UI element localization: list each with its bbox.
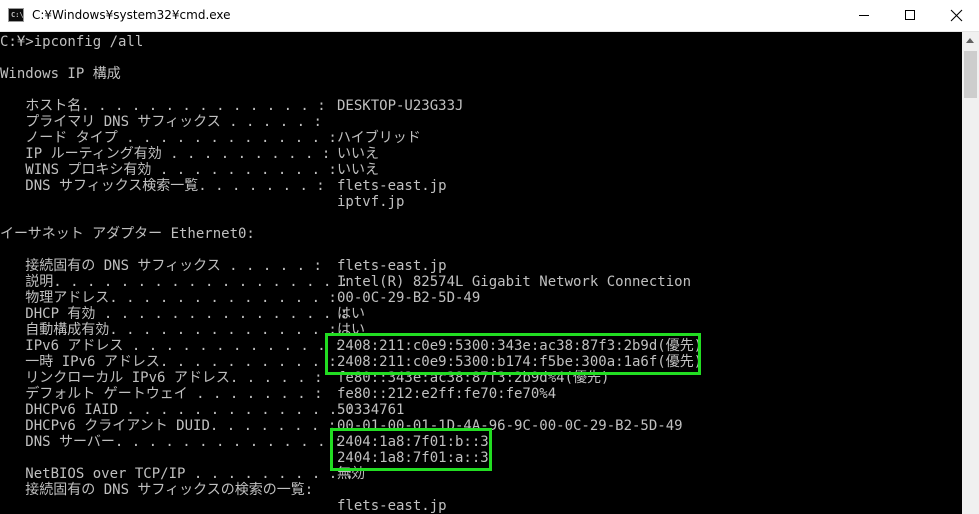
row-value: flets-east.jp [337, 498, 447, 514]
row-value: DESKTOP-U23G33J [337, 98, 464, 114]
windows-ip-header: Windows IP 構成 [0, 66, 121, 82]
row-value: 00-0C-29-B2-5D-49 [337, 290, 481, 306]
row-label: DNS サフィックス検索一覧. . . . . . . : [0, 178, 325, 194]
temp-ipv6-address-row: 一時 IPv6 アドレス. . . . . . . . . . :2408:21… [0, 354, 702, 370]
row-label: DHCPv6 IAID . . . . . . . . . . . . . : [0, 402, 355, 418]
row-label: 説明. . . . . . . . . . . . . . . . . : [0, 274, 349, 290]
adapter-row: DHCP 有効 . . . . . . . . . . . . . . : はい [0, 306, 365, 322]
host-row: プライマリ DNS サフィックス . . . . . : [0, 114, 322, 130]
maximize-icon [905, 10, 915, 20]
row-value: iptvf.jp [337, 194, 405, 210]
row-value: 50334761 [337, 402, 405, 418]
cmd-window: C:\ C:¥Windows¥system32¥cmd.exe C:¥>ipco… [0, 0, 979, 514]
dns-highlight-box [330, 428, 492, 471]
cmd-app-icon[interactable]: C:\ [8, 8, 24, 22]
row-value: ハイブリッド [337, 130, 421, 146]
row-label: 物理アドレス. . . . . . . . . . . . . : [0, 290, 337, 306]
adapter-row: 接続固有の DNS サフィックス . . . . . : flets-east.j… [0, 258, 446, 274]
prompt-line: C:¥>ipconfig /all [0, 34, 144, 50]
host-row: DNS サフィックス検索一覧. . . . . . . : flets-east.… [0, 178, 446, 194]
host-row: WINS プロキシ有効 . . . . . . . . . . : いいえ [0, 162, 379, 178]
row-label: 一時 IPv6 アドレス. . . . . . . . . . : [0, 354, 337, 370]
adapter-row: デフォルト ゲートウェイ . . . . . . . : fe80::212:e2… [0, 386, 556, 402]
adapter-row: 自動構成有効. . . . . . . . . . . . . : はい [0, 322, 365, 338]
row-label: 接続固有の DNS サフィックス . . . . . : [0, 258, 322, 274]
host-row: IP ルーティング有効 . . . . . . . . . : いいえ [0, 146, 379, 162]
vertical-scrollbar[interactable] [962, 32, 979, 514]
row-label: NetBIOS over TCP/IP . . . . . . . . . : [0, 466, 355, 482]
row-value: いいえ [337, 146, 379, 162]
ipv6-highlight-box [325, 333, 701, 375]
adapter-row: 説明. . . . . . . . . . . . . . . . . : Int… [0, 274, 691, 290]
adapter-row: NetBIOS over TCP/IP . . . . . . . . . :無… [0, 466, 365, 482]
row-value: fe80::212:e2ff:fe70:fe70%4 [337, 386, 557, 402]
adapter-row: 物理アドレス. . . . . . . . . . . . . :00-0C-2… [0, 290, 480, 306]
row-label: IP ルーティング有効 . . . . . . . . . : [0, 146, 331, 162]
row-label: 接続固有の DNS サフィックスの検索の一覧: [0, 482, 314, 498]
adapter-header: イーサネット アダプター Ethernet0: [0, 226, 255, 242]
adapter-row: DHCPv6 IAID . . . . . . . . . . . . . :5… [0, 402, 404, 418]
row-label: リンクローカル IPv6 アドレス. . . . . : [0, 370, 323, 386]
row-value: Intel(R) 82574L Gigabit Network Connecti… [337, 274, 692, 290]
row-label: IPv6 アドレス . . . . . . . . . . . . : [0, 338, 343, 354]
row-value: はい [337, 306, 365, 322]
minimize-icon [859, 15, 869, 16]
cmd-app-icon-text: C:\ [11, 11, 24, 19]
row-value: いいえ [337, 162, 379, 178]
scrollbar-thumb[interactable] [964, 51, 977, 98]
row-label: WINS プロキシ有効 . . . . . . . . . . : [0, 162, 337, 178]
close-button[interactable] [933, 0, 979, 31]
row-label: デフォルト ゲートウェイ . . . . . . . : [0, 386, 323, 402]
scroll-up-arrow-icon[interactable] [962, 32, 979, 49]
row-label: プライマリ DNS サフィックス . . . . . : [0, 114, 322, 130]
adapter-row: 接続固有の DNS サフィックスの検索の一覧: [0, 482, 313, 498]
row-label: DNS サーバー. . . . . . . . . . . . . : [0, 434, 343, 450]
close-icon [950, 9, 963, 22]
title-bar[interactable]: C:\ C:¥Windows¥system32¥cmd.exe [0, 0, 979, 32]
row-label: ノード タイプ . . . . . . . . . . . . : [0, 130, 337, 146]
host-row: ホスト名. . . . . . . . . . . . . . : DESKTOP… [0, 98, 463, 114]
minimize-button[interactable] [841, 0, 887, 31]
row-label: DHCPv6 クライアント DUID. . . . . . . : [0, 418, 337, 434]
host-row: ノード タイプ . . . . . . . . . . . . : ハイブリッド [0, 130, 420, 146]
row-label: ホスト名. . . . . . . . . . . . . . : [0, 98, 326, 114]
window-title: C:¥Windows¥system32¥cmd.exe [32, 8, 231, 22]
dns-server-row: DNS サーバー. . . . . . . . . . . . . :2404:… [0, 434, 488, 450]
row-label: 自動構成有効. . . . . . . . . . . . . : [0, 322, 337, 338]
adapter-row: DHCPv6 クライアント DUID. . . . . . . :00-01-0… [0, 418, 682, 434]
row-label: DHCP 有効 . . . . . . . . . . . . . . : [0, 306, 349, 322]
maximize-button[interactable] [887, 0, 933, 31]
row-value: flets-east.jp [337, 258, 447, 274]
ipv6-address-row: IPv6 アドレス . . . . . . . . . . . . :2408:… [0, 338, 702, 354]
adapter-row: リンクローカル IPv6 アドレス. . . . . : fe80::343e:a… [0, 370, 609, 386]
row-value: flets-east.jp [337, 178, 447, 194]
